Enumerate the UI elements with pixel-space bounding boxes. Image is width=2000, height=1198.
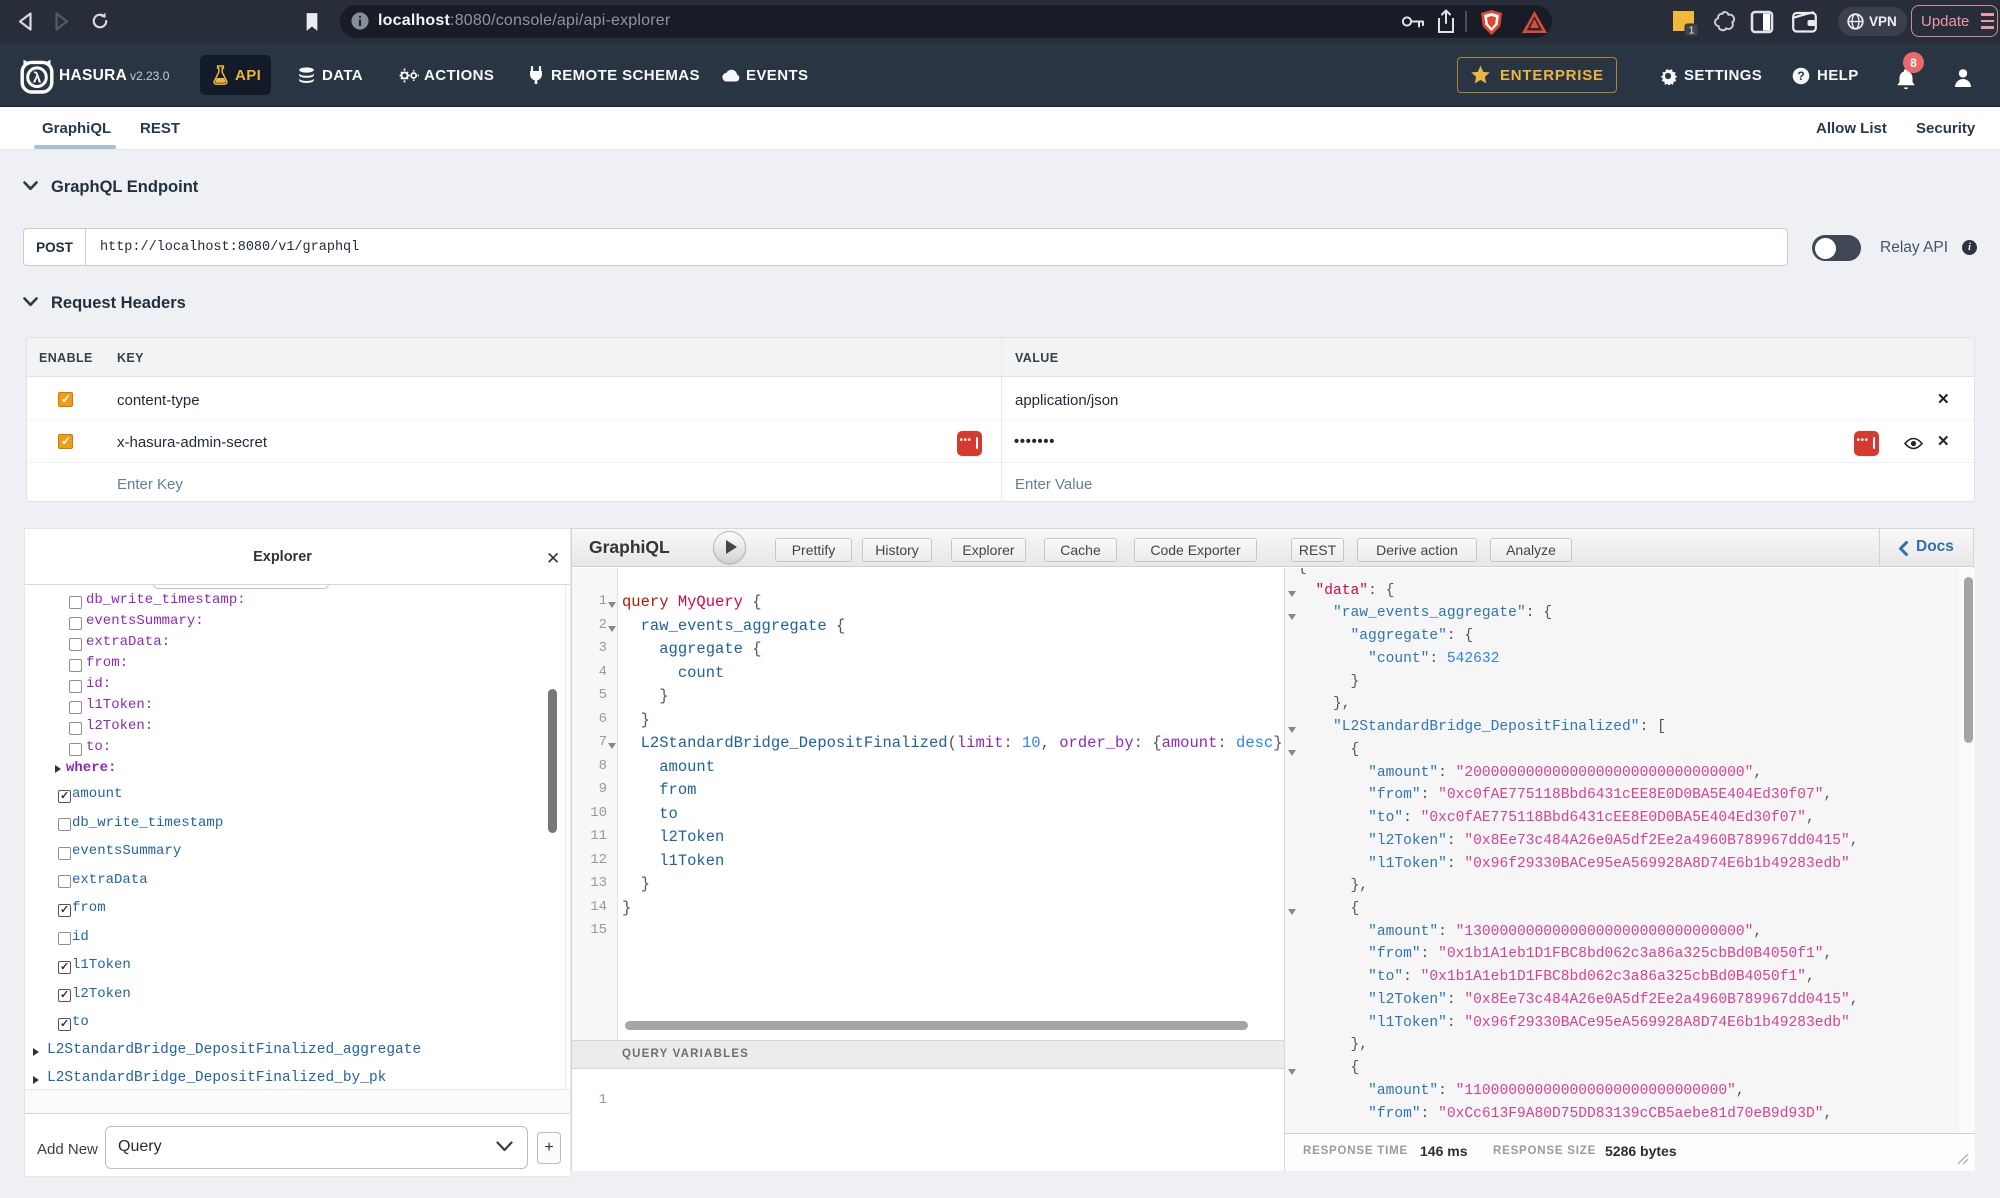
svg-text:?: ? (1797, 69, 1804, 83)
svg-text:1: 1 (1689, 26, 1695, 37)
svg-text:λ: λ (33, 70, 42, 87)
